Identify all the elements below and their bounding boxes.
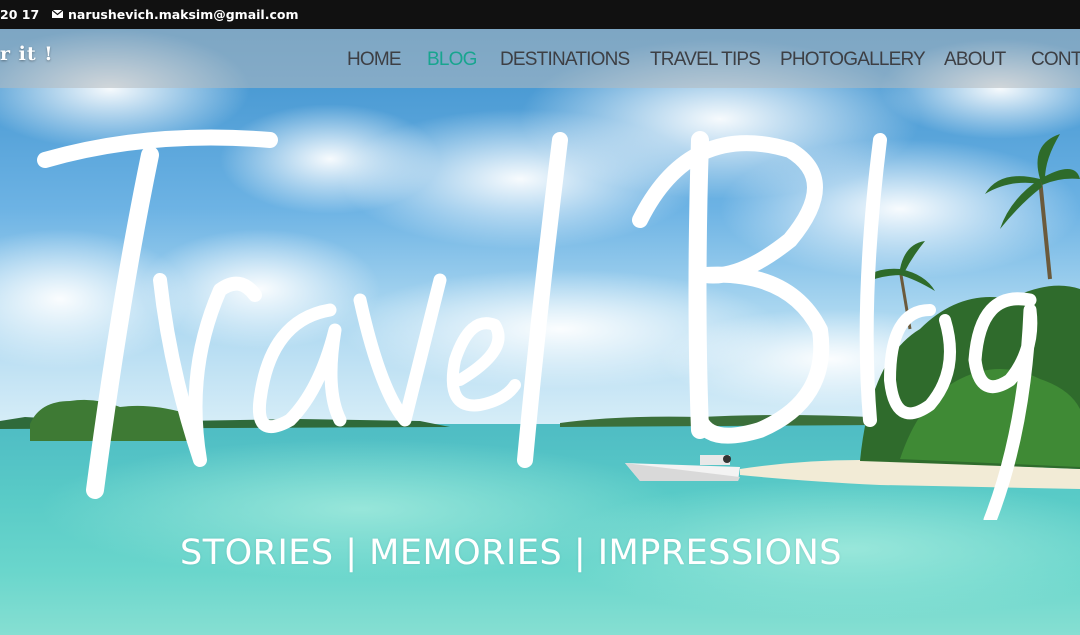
nav-home[interactable]: HOME: [347, 49, 402, 71]
phone-number[interactable]: 20 17: [0, 7, 39, 22]
nav-photogallery[interactable]: PHOTOGALLERY: [780, 49, 926, 71]
email-link[interactable]: narushevich.maksim@gmail.com: [52, 7, 298, 22]
nav-about[interactable]: ABOUT: [944, 49, 1006, 71]
hero-title-graphic: Travel Blog: [37, 129, 1079, 527]
site-header: r it ! HOME BLOG DESTINATIONS TRAVEL TIP…: [0, 29, 1080, 88]
nav-travel-tips[interactable]: TRAVEL TIPS: [650, 49, 761, 71]
nav-blog[interactable]: BLOG: [427, 49, 477, 71]
email-address: narushevich.maksim@gmail.com: [68, 7, 299, 22]
hero-tagline: STORIES | MEMORIES | IMPRESSIONS: [180, 533, 842, 573]
nav-contact[interactable]: CONTA: [1031, 49, 1080, 71]
envelope-icon: [52, 10, 63, 18]
title-word-2: Blog: [620, 165, 1079, 398]
nav-destinations[interactable]: DESTINATIONS: [500, 49, 630, 71]
hero-title: Travel Blog: [0, 100, 1080, 527]
top-contact-bar: 20 17 narushevich.maksim@gmail.com: [0, 0, 1080, 29]
site-logo[interactable]: r it !: [0, 43, 54, 65]
